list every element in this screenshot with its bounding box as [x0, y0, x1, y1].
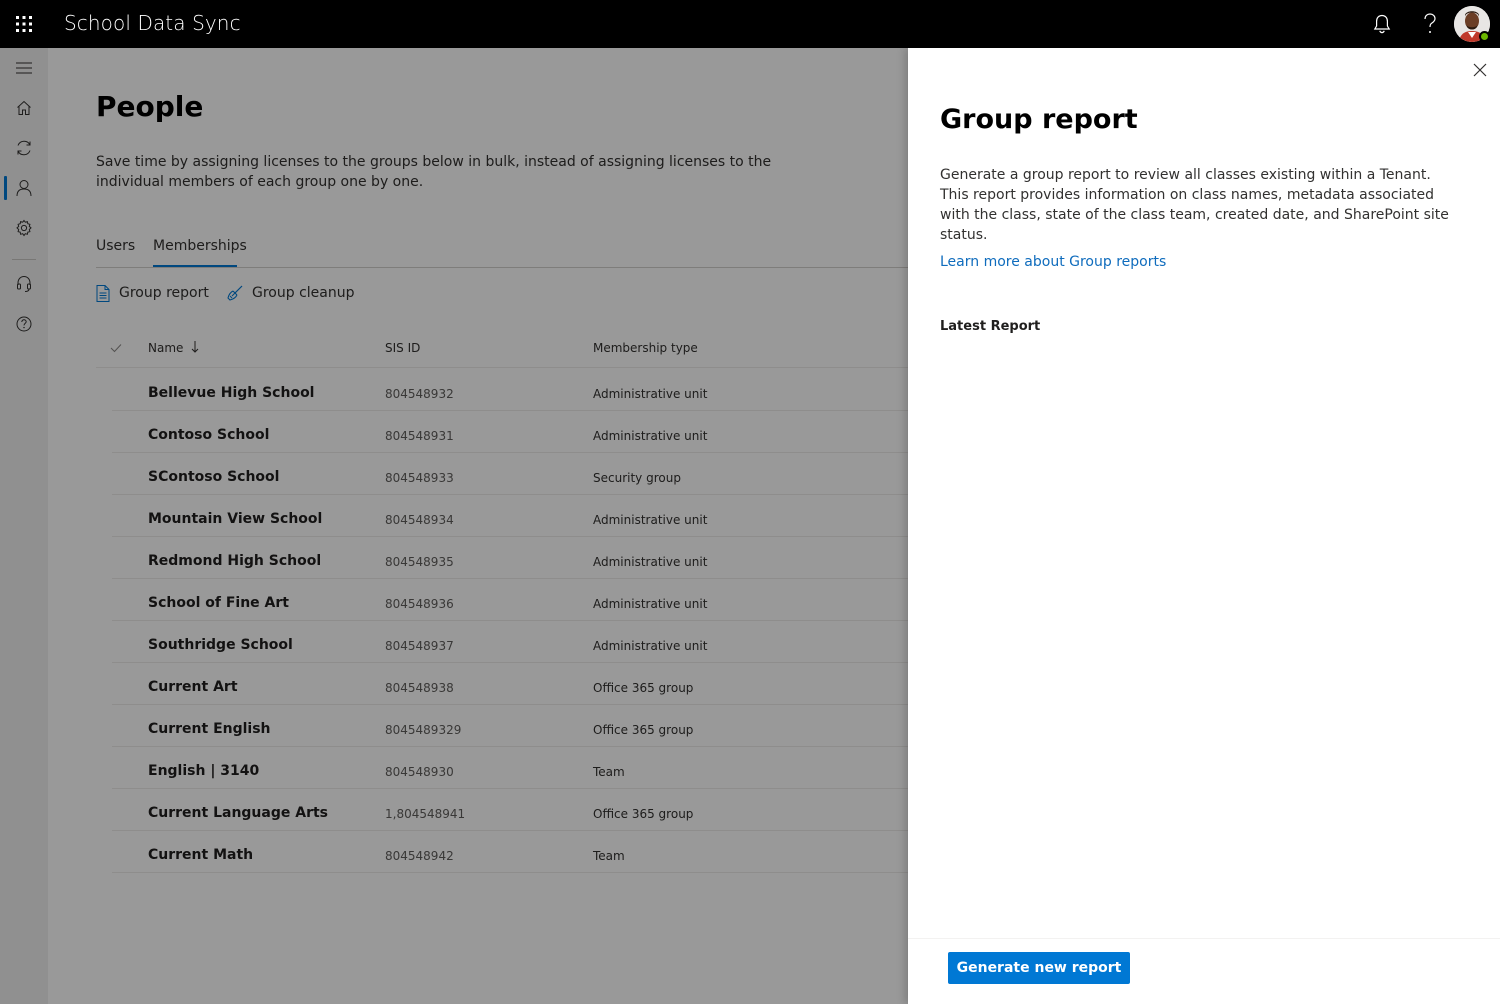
- top-bar: School Data Sync: [0, 0, 1500, 48]
- help-icon[interactable]: [1406, 0, 1454, 48]
- generate-new-report-button[interactable]: Generate new report: [948, 952, 1130, 984]
- bell-icon[interactable]: [1358, 0, 1406, 48]
- app-title[interactable]: School Data Sync: [64, 11, 241, 35]
- presence-status-icon: [1479, 31, 1490, 42]
- latest-report-heading: Latest Report: [940, 319, 1041, 334]
- panel-title: Group report: [940, 104, 1138, 135]
- modal-overlay[interactable]: [0, 48, 908, 1004]
- waffle-icon[interactable]: [0, 0, 48, 48]
- close-icon[interactable]: [1466, 56, 1494, 84]
- group-report-panel: Group report Generate a group report to …: [908, 48, 1500, 1004]
- panel-description: Generate a group report to review all cl…: [940, 167, 1449, 243]
- learn-more-link[interactable]: Learn more about Group reports: [940, 254, 1166, 270]
- panel-footer: Generate new report: [908, 938, 1500, 1004]
